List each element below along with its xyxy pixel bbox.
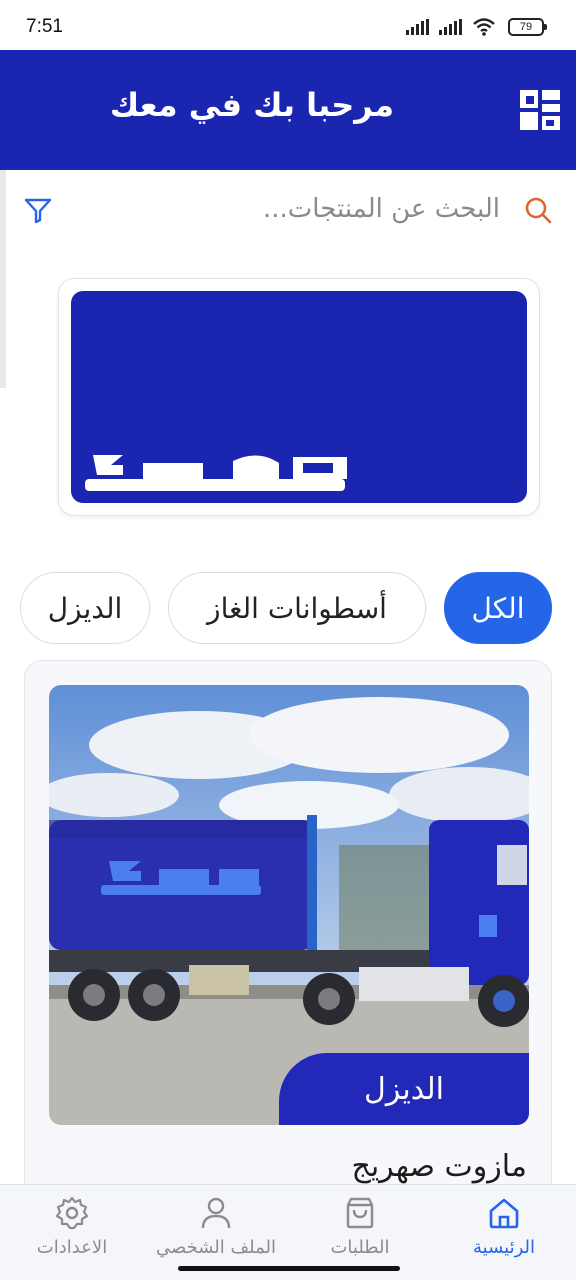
nav-label-settings: الاعدادات bbox=[36, 1237, 108, 1258]
nav-label-profile: الملف الشخصي bbox=[156, 1237, 276, 1258]
battery-level: 79 bbox=[519, 21, 533, 33]
page-title: مرحبا بك في معك bbox=[109, 86, 394, 124]
battery-icon: 79 bbox=[508, 18, 547, 36]
product-category-badge: الديزل bbox=[279, 1053, 529, 1125]
brand-logo-icon bbox=[520, 90, 560, 130]
chip-all[interactable]: الكل bbox=[444, 572, 552, 644]
signal-icon bbox=[439, 19, 462, 35]
search-icon[interactable] bbox=[522, 194, 554, 226]
wifi-icon bbox=[473, 18, 495, 36]
nav-label-orders: الطلبات bbox=[330, 1237, 390, 1258]
promo-banner[interactable] bbox=[58, 278, 540, 516]
home-indicator[interactable] bbox=[178, 1266, 400, 1271]
nav-label-home: الرئيسية bbox=[473, 1237, 535, 1258]
product-name: مازوت صهريج bbox=[351, 1149, 527, 1184]
search-bar[interactable]: البحث عن المنتجات... bbox=[0, 180, 576, 240]
nav-home[interactable]: الرئيسية bbox=[432, 1185, 576, 1280]
product-image: الديزل bbox=[49, 685, 529, 1125]
home-icon bbox=[489, 1198, 519, 1229]
chip-gas-cylinders[interactable]: أسطوانات الغاز bbox=[168, 572, 426, 644]
filter-icon[interactable] bbox=[22, 194, 54, 226]
status-bar: 7:51 79 bbox=[0, 0, 576, 50]
signal-icon bbox=[406, 19, 429, 35]
status-time: 7:51 bbox=[26, 16, 63, 37]
banner-image bbox=[71, 291, 527, 503]
gear-icon bbox=[55, 1196, 89, 1230]
shopping-bag-icon bbox=[346, 1197, 374, 1229]
category-chips: الكل أسطوانات الغاز الديزل bbox=[0, 572, 576, 646]
status-icons: 79 bbox=[406, 18, 547, 36]
product-card[interactable]: الديزل مازوت صهريج bbox=[24, 660, 552, 1260]
user-icon bbox=[201, 1197, 231, 1229]
app-header: مرحبا بك في معك bbox=[0, 50, 576, 170]
chip-diesel[interactable]: الديزل bbox=[20, 572, 150, 644]
brand-wordmark bbox=[85, 455, 347, 491]
search-input[interactable]: البحث عن المنتجات... bbox=[263, 194, 500, 224]
nav-settings[interactable]: الاعدادات bbox=[0, 1185, 144, 1280]
